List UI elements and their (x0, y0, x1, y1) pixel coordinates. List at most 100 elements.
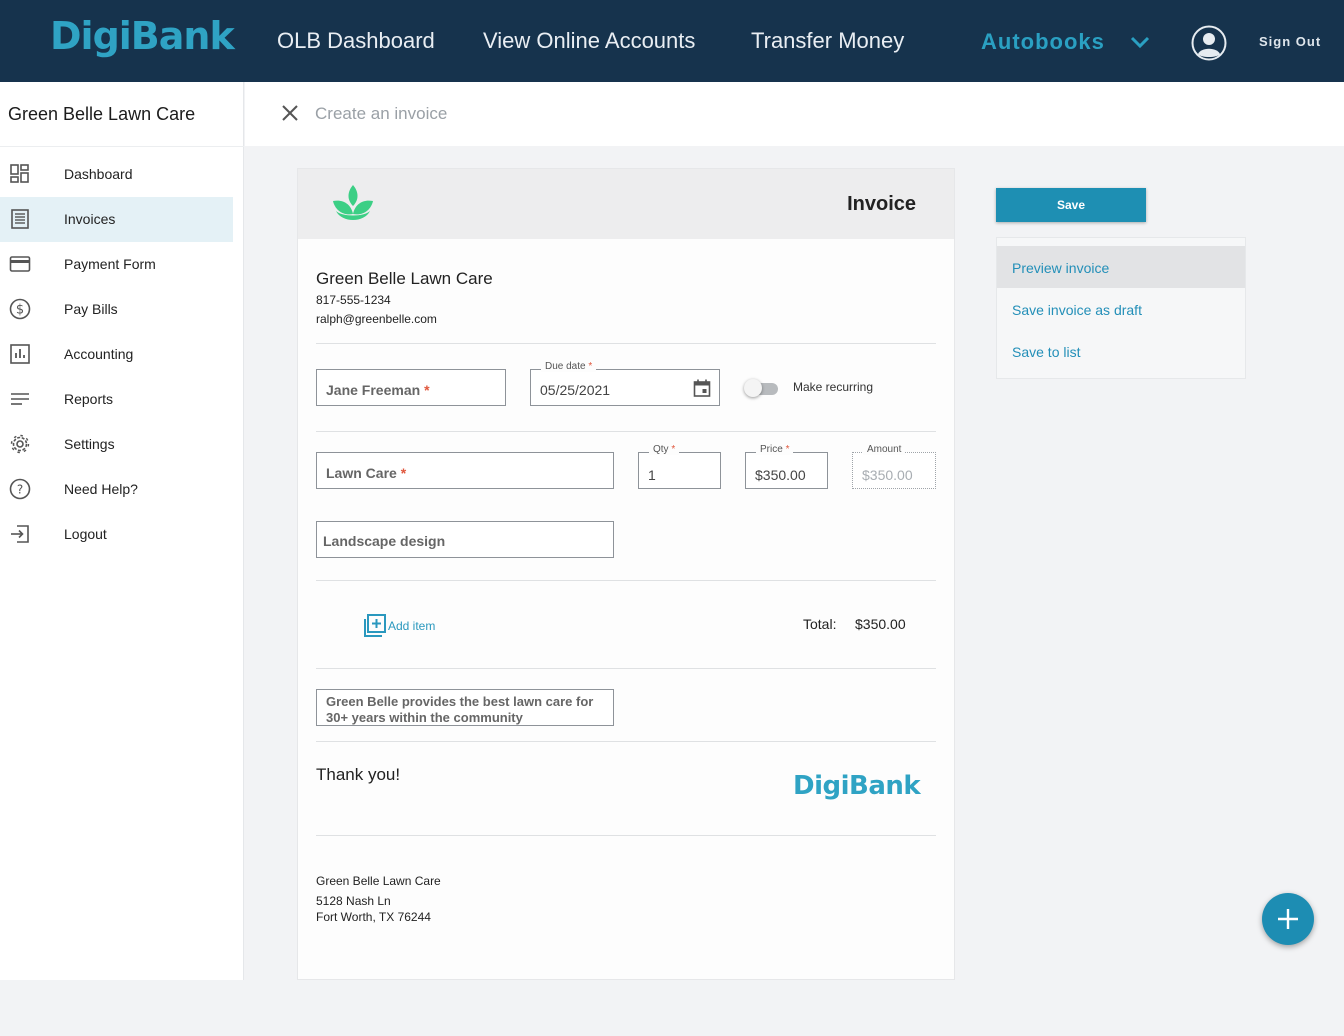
user-avatar-icon[interactable] (1191, 25, 1227, 61)
sidebar-item-label: Dashboard (64, 166, 133, 182)
amount-value: $350.00 (862, 467, 913, 483)
divider (316, 343, 936, 344)
sidebar-item-settings[interactable]: Settings (0, 422, 233, 467)
toggle-knob (744, 379, 762, 397)
divider (316, 835, 936, 836)
address-city: Fort Worth, TX 76244 (316, 910, 431, 924)
plus-icon (1278, 909, 1298, 929)
invoices-icon (11, 209, 29, 229)
floating-add-button[interactable] (1262, 893, 1314, 945)
recurring-label: Make recurring (793, 380, 874, 394)
required-marker: * (671, 444, 676, 455)
svg-text:?: ? (17, 483, 23, 497)
footer-digibank-logo: DigiBank (793, 771, 921, 801)
dashboard-icon (10, 164, 29, 183)
sidebar-item-label: Need Help? (64, 481, 138, 497)
calendar-icon[interactable] (693, 379, 711, 397)
invoice-title: Invoice (847, 193, 916, 215)
sidebar-item-logout[interactable]: Logout (0, 512, 233, 557)
save-draft-action[interactable]: Save invoice as draft (997, 288, 1245, 330)
sidebar-item-label: Reports (64, 391, 114, 407)
sidebar-item-label: Logout (64, 526, 107, 542)
page-header: Create an invoice (245, 82, 1344, 146)
qty-field[interactable]: Qty * 1 (638, 444, 721, 489)
close-icon[interactable] (281, 104, 299, 122)
due-date-label-wrapper: Due date * (541, 361, 597, 372)
company-phone: 817-555-1234 (316, 293, 391, 307)
page-bottom-area (0, 980, 1344, 1036)
save-to-list-action[interactable]: Save to list (997, 330, 1245, 372)
company-leaf-logo-icon (333, 185, 373, 220)
due-date-value: 05/25/2021 (540, 382, 611, 398)
sign-out-link[interactable]: Sign Out (1259, 34, 1321, 49)
sidebar-item-label: Settings (64, 436, 115, 452)
divider (316, 741, 936, 742)
recurring-toggle[interactable] (744, 379, 778, 397)
sidebar-item-accounting[interactable]: Accounting (0, 332, 233, 377)
qty-label: Qty (653, 444, 669, 455)
bar-chart-icon (10, 344, 30, 364)
sidebar-item-pay-bills[interactable]: $ Pay Bills (0, 287, 233, 332)
price-label: Price (760, 444, 783, 455)
sidebar-item-invoices[interactable]: Invoices (0, 197, 233, 242)
sidebar-item-payment-form[interactable]: Payment Form (0, 242, 233, 287)
total-label: Total: (803, 616, 837, 632)
customer-value: Jane Freeman (326, 382, 421, 398)
divider (316, 668, 936, 669)
save-button[interactable]: Save (996, 188, 1146, 222)
price-field[interactable]: Price * $350.00 (745, 444, 828, 489)
invoice-actions-menu: Preview invoice Save invoice as draft Sa… (996, 237, 1246, 379)
sidebar-item-label: Payment Form (64, 256, 156, 272)
add-item-button[interactable]: Add item (362, 613, 435, 639)
digibank-logo[interactable]: DigiBank (50, 14, 235, 58)
sidebar: Green Belle Lawn Care Dashboard Invoices… (0, 82, 244, 980)
nav-transfer-money[interactable]: Transfer Money (751, 28, 904, 54)
top-nav: DigiBank OLB Dashboard View Online Accou… (0, 0, 1344, 82)
dollar-circle-icon: $ (9, 298, 31, 320)
action-label: Save to list (1012, 344, 1081, 360)
required-marker: * (588, 361, 593, 372)
sidebar-item-label: Accounting (64, 346, 134, 362)
nav-autobooks[interactable]: Autobooks (981, 29, 1105, 55)
customer-field[interactable]: Jane Freeman * (316, 369, 506, 406)
add-item-icon (364, 614, 386, 637)
company-email: ralph@greenbelle.com (316, 312, 437, 326)
sidebar-item-dashboard[interactable]: Dashboard (0, 152, 233, 197)
preview-invoice-action[interactable]: Preview invoice (997, 246, 1245, 288)
invoice-header: Invoice (298, 169, 954, 239)
sidebar-item-need-help[interactable]: ? Need Help? (0, 467, 233, 512)
thank-you-message: Thank you! (316, 765, 401, 784)
add-item-label: Add item (388, 619, 436, 633)
amount-field: Amount $350.00 (852, 444, 936, 489)
total-value: $350.00 (855, 616, 906, 632)
product-value-wrapper: Lawn Care * (326, 465, 406, 481)
nav-view-online-accounts[interactable]: View Online Accounts (483, 28, 695, 54)
description-value: Landscape design (323, 533, 446, 549)
action-label: Save invoice as draft (1012, 302, 1142, 318)
price-label-wrapper: Price * (756, 444, 794, 455)
invoice-card: Invoice Green Belle Lawn Care 817-555-12… (297, 168, 955, 980)
credit-card-icon (9, 256, 31, 272)
sidebar-item-label: Invoices (64, 211, 116, 227)
product-field[interactable]: Lawn Care * (316, 452, 614, 489)
notes-value: Green Belle provides the best lawn care … (326, 694, 594, 725)
help-icon: ? (9, 478, 31, 500)
divider (316, 431, 936, 432)
page-title: Create an invoice (315, 104, 448, 123)
qty-value: 1 (648, 467, 656, 483)
required-marker: * (400, 465, 407, 481)
due-date-label: Due date (545, 361, 586, 372)
action-label: Preview invoice (1012, 260, 1110, 276)
address-street: 5128 Nash Ln (316, 894, 391, 908)
due-date-field[interactable]: Due date * 05/25/2021 (530, 361, 720, 406)
sidebar-item-label: Pay Bills (64, 301, 118, 317)
reports-icon (11, 393, 29, 405)
notes-field[interactable]: Green Belle provides the best lawn care … (316, 689, 614, 726)
nav-olb-dashboard[interactable]: OLB Dashboard (277, 28, 435, 54)
qty-label-wrapper: Qty * (649, 444, 680, 455)
product-value: Lawn Care (326, 465, 397, 481)
chevron-down-icon[interactable] (1128, 30, 1152, 54)
required-marker: * (424, 382, 430, 398)
sidebar-item-reports[interactable]: Reports (0, 377, 233, 422)
description-field[interactable]: Landscape design (316, 521, 614, 558)
